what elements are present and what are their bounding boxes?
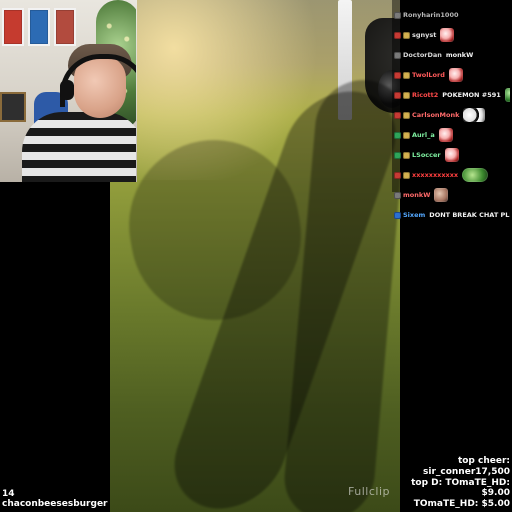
chat-message: monkW — [394, 186, 510, 204]
emote-icon — [463, 108, 486, 122]
chat-badge-icon — [403, 91, 410, 99]
emote-icon — [504, 88, 510, 102]
chat-badge-icon — [403, 151, 410, 159]
chat-badge-icon — [394, 91, 401, 99]
chat-username: xxxxxxxxxxx — [412, 170, 459, 179]
chat-badge-icon — [394, 171, 401, 179]
chat-badge-icon — [403, 71, 410, 79]
chat-message: sgnyst — [394, 26, 510, 44]
chat-text: POKEMON #591 — [442, 90, 501, 99]
webcam — [0, 0, 137, 182]
chat-message: xxxxxxxxxxx — [394, 166, 510, 184]
chat-text: DONT BREAK CHAT PLEASE — [429, 210, 510, 219]
chat-username: sgnyst — [412, 30, 437, 39]
emote-icon — [434, 188, 449, 202]
latest-donation-line: TOmaTE_HD: $5.00 — [413, 499, 510, 510]
emote-icon — [438, 128, 453, 142]
chat-badge-icon — [403, 31, 410, 39]
main-video: Fullclip — [110, 0, 400, 512]
chat-message: Aurl_a — [394, 126, 510, 144]
chat-badge-icon — [394, 11, 401, 19]
chat-username: Ricott2 — [412, 90, 439, 99]
chat-badge-icon — [394, 31, 401, 39]
chat-badge-icon — [403, 171, 410, 179]
emote-icon — [448, 68, 463, 82]
headset-earcup — [60, 80, 74, 100]
chat-badge-icon — [394, 71, 401, 79]
chat-message: Ronyharin1000 — [394, 6, 510, 24]
chat-message: CarlsonMonk — [394, 106, 510, 124]
stream-frame: Fullclip Ronyharin1000 sgnyst DoctorDan mon… — [0, 0, 512, 512]
chat-badge-icon — [394, 131, 401, 139]
chat-text: monkW — [445, 50, 474, 59]
watermark: Fullclip — [348, 485, 390, 498]
chat-username: Ronyharin1000 — [403, 10, 459, 19]
emote-icon — [462, 168, 489, 182]
chat-username: DoctorDan — [403, 50, 442, 59]
chat-badge-icon — [394, 191, 401, 199]
chat-username: LSoccer — [412, 150, 441, 159]
chat-username: Aurl_a — [412, 130, 435, 139]
chat-message: TwolLord — [394, 66, 510, 84]
emote-icon — [440, 28, 455, 42]
event-user: chaconbeesesburger — [2, 499, 108, 510]
chat-username: TwolLord — [412, 70, 445, 79]
chat-message: DoctorDan monkW — [394, 46, 510, 64]
chat-badge-icon — [403, 131, 410, 139]
chat-username: CarlsonMonk — [412, 110, 460, 119]
chat-badge-icon — [394, 211, 401, 219]
chat-badge-icon — [394, 111, 401, 119]
chat-username: monkW — [403, 190, 431, 199]
recent-event: 14 chaconbeesesburger — [2, 489, 110, 510]
chat-badge-icon — [394, 151, 401, 159]
chat-badge-icon — [403, 111, 410, 119]
sweater — [22, 112, 136, 182]
top-donation-line: top D: TOmaTE_HD: $9.00 — [411, 477, 510, 499]
chat-badge-icon — [394, 51, 401, 59]
chat-overlay: Ronyharin1000 sgnyst DoctorDan monkW TwolLor… — [392, 0, 512, 219]
streamer — [12, 36, 136, 182]
chat-message: Ricott2 POKEMON #591 — [394, 86, 510, 104]
top-supporters: top cheer: sir_conner17,500 top D: TOmaT… — [388, 456, 510, 510]
emote-icon — [444, 148, 459, 162]
chat-username: Sixem — [403, 210, 426, 219]
chat-message: SixemDONT BREAK CHAT PLEASE — [394, 206, 510, 224]
chat-message: LSoccer — [394, 146, 510, 164]
top-cheer-line: top cheer: sir_conner17,500 — [423, 456, 510, 477]
